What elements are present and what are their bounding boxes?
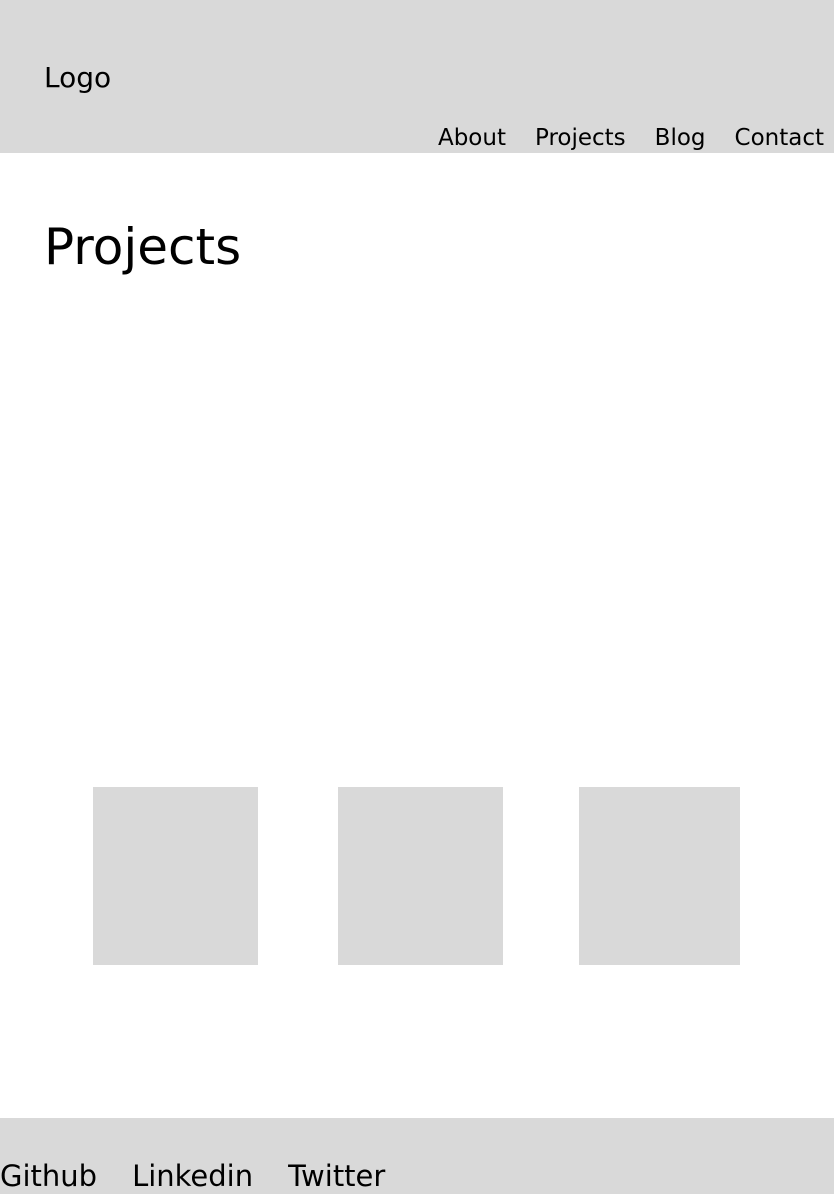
- nav-projects-link[interactable]: Projects: [535, 122, 626, 154]
- nav-contact-link[interactable]: Contact: [735, 122, 824, 154]
- project-card-3[interactable]: [579, 787, 740, 965]
- github-link[interactable]: Github: [0, 1156, 97, 1194]
- social-links: Github Linkedin Twitter: [0, 1156, 385, 1194]
- site-header: Logo About Projects Blog Contact: [0, 0, 834, 153]
- project-card-2[interactable]: [338, 787, 503, 965]
- project-card-1[interactable]: [93, 787, 258, 965]
- page-title: Projects: [44, 218, 242, 276]
- twitter-link[interactable]: Twitter: [288, 1156, 385, 1194]
- nav-blog-link[interactable]: Blog: [655, 122, 706, 154]
- logo[interactable]: Logo: [44, 58, 111, 98]
- main-nav: About Projects Blog Contact: [438, 122, 824, 154]
- site-footer: Github Linkedin Twitter: [0, 1118, 834, 1194]
- linkedin-link[interactable]: Linkedin: [132, 1156, 253, 1194]
- nav-about-link[interactable]: About: [438, 122, 506, 154]
